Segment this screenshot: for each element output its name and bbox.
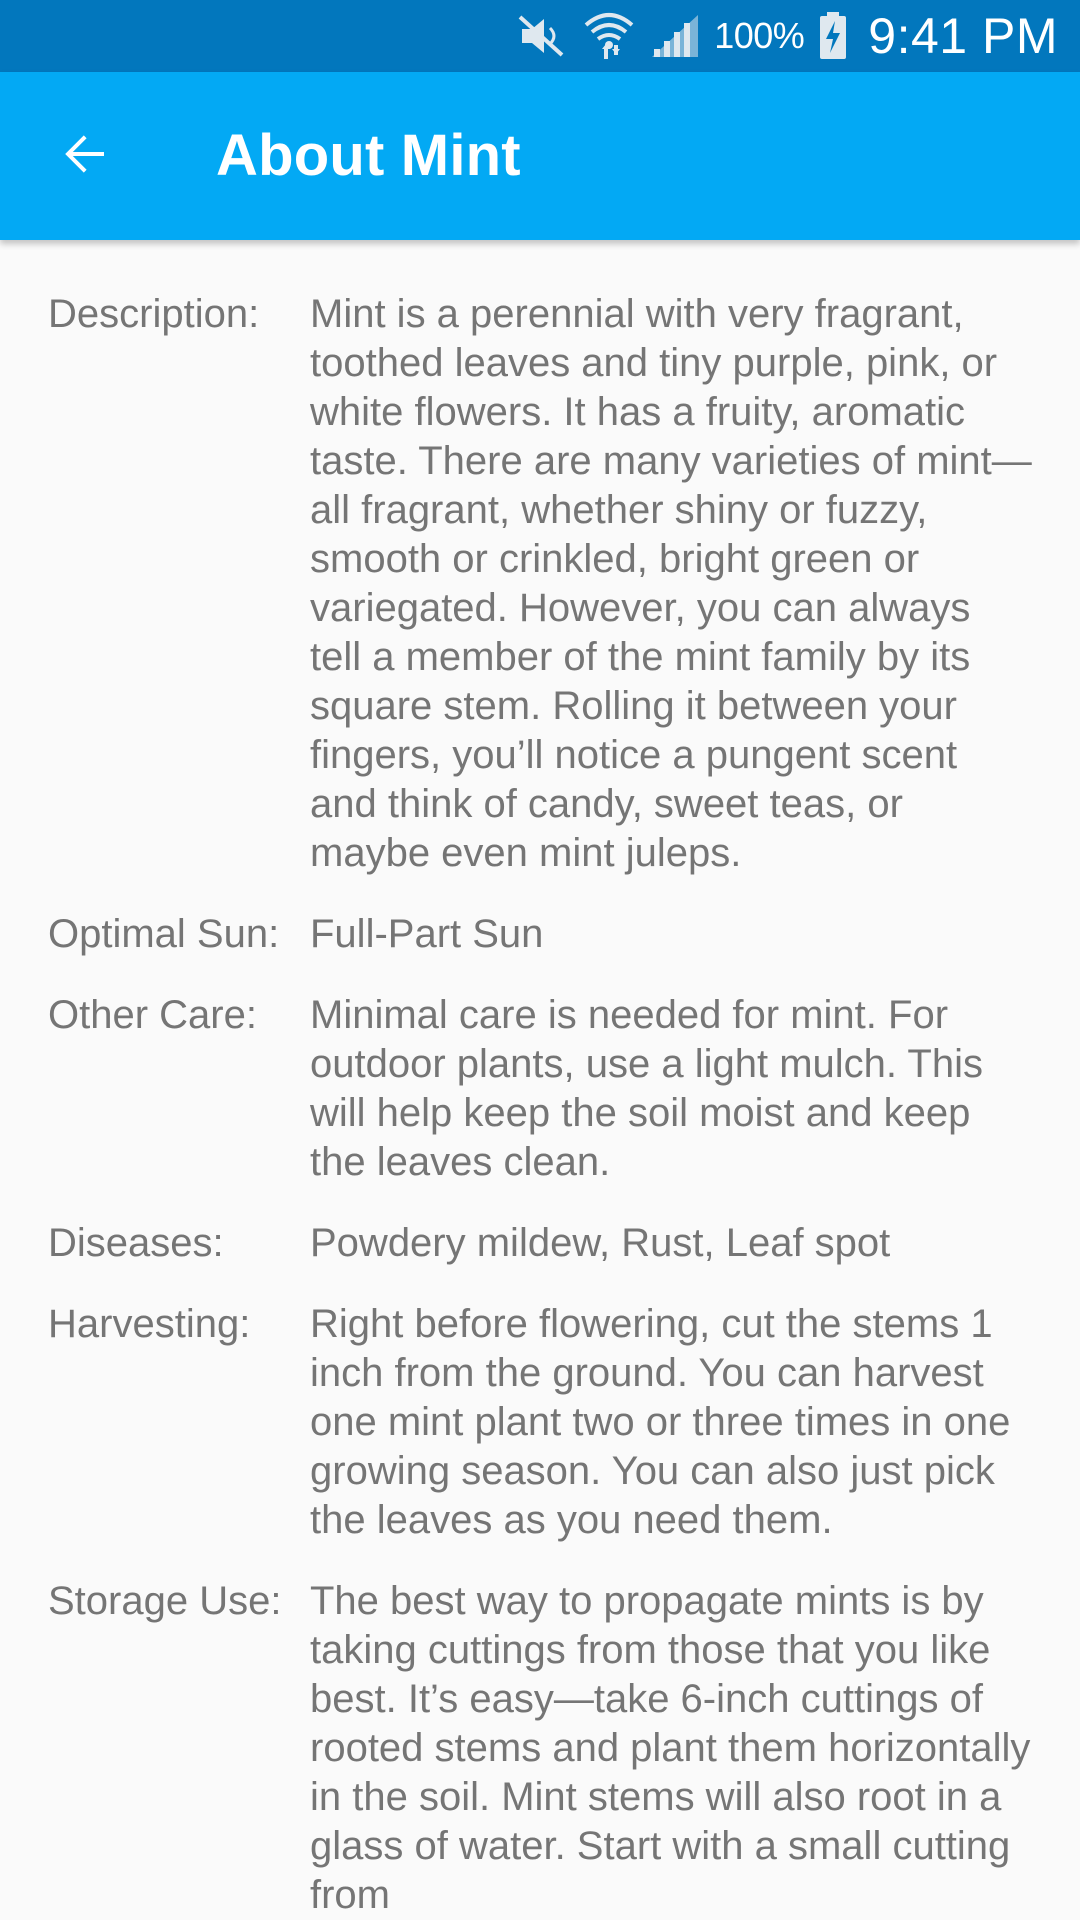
detail-label: Harvesting: xyxy=(48,1302,251,1346)
detail-value: Full-Part Sun xyxy=(310,912,544,956)
back-button[interactable] xyxy=(40,112,128,200)
detail-row-storage-use: Storage Use: The best way to propagate m… xyxy=(0,1577,1080,1920)
mute-icon xyxy=(516,13,568,59)
plant-details[interactable]: Description: Mint is a perennial with ve… xyxy=(0,240,1080,1920)
battery-charging-icon xyxy=(818,11,848,61)
detail-row-harvesting: Harvesting: Right before flowering, cut … xyxy=(0,1300,1080,1545)
detail-label: Storage Use: xyxy=(48,1579,282,1623)
detail-row-optimal-sun: Optimal Sun: Full-Part Sun xyxy=(0,910,1080,959)
detail-label: Description: xyxy=(48,292,260,336)
detail-row-description: Description: Mint is a perennial with ve… xyxy=(0,290,1080,878)
detail-value: The best way to propagate mints is by ta… xyxy=(310,1579,1031,1917)
detail-label: Optimal Sun: xyxy=(48,912,280,956)
detail-row-other-care: Other Care: Minimal care is needed for m… xyxy=(0,991,1080,1187)
app-bar: About Mint xyxy=(0,72,1080,240)
detail-row-diseases: Diseases: Powdery mildew, Rust, Leaf spo… xyxy=(0,1219,1080,1268)
details-list: Description: Mint is a perennial with ve… xyxy=(0,240,1080,1920)
signal-icon xyxy=(650,13,700,59)
wifi-icon xyxy=(582,11,636,61)
detail-value: Mint is a perennial with very fragrant, … xyxy=(310,292,1032,875)
page-title: About Mint xyxy=(216,123,521,188)
battery-percent: 100% xyxy=(714,15,805,56)
arrow-back-icon xyxy=(60,130,108,183)
clock: 9:41 PM xyxy=(868,8,1058,64)
detail-value: Right before flowering, cut the stems 1 … xyxy=(310,1302,1011,1542)
detail-value: Minimal care is needed for mint. For out… xyxy=(310,993,983,1184)
status-icons: 100% 9:41 PM xyxy=(516,0,1058,72)
detail-label: Diseases: xyxy=(48,1221,224,1265)
detail-label: Other Care: xyxy=(48,993,257,1037)
status-bar: 100% 9:41 PM xyxy=(0,0,1080,72)
detail-value: Powdery mildew, Rust, Leaf spot xyxy=(310,1221,891,1265)
